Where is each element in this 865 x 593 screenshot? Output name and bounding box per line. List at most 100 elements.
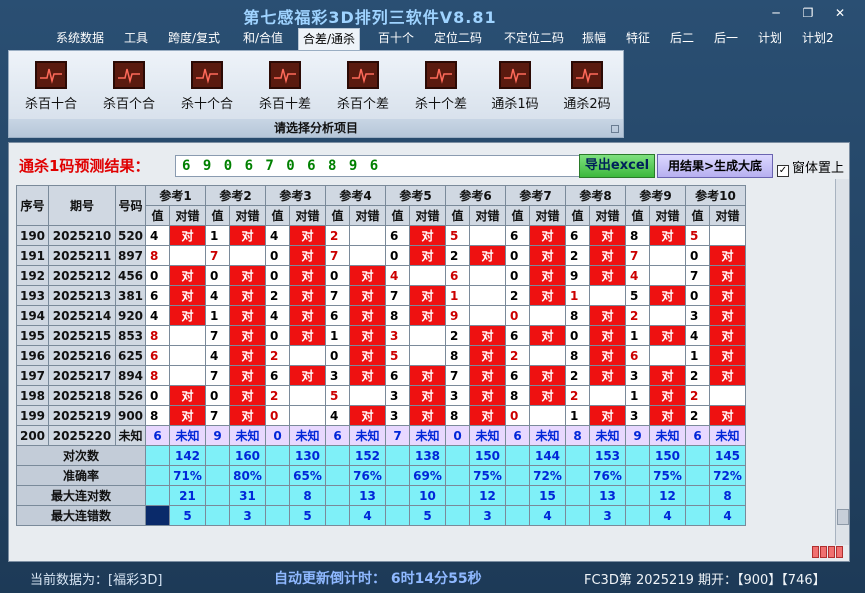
kill-bai-shi-sum-button[interactable]: 杀百十合 <box>13 61 89 112</box>
row-period: 2025210 <box>48 225 116 246</box>
prediction-value-field[interactable]: 6 9 0 6 7 0 6 8 9 6 <box>175 155 583 177</box>
row-period: 2025211 <box>48 245 116 266</box>
row-seq: 193 <box>16 285 49 306</box>
menu-fixed-pair[interactable]: 定位二码 <box>430 28 486 50</box>
status-last-draw: FC3D第 2025219 期开：【900】【746】 <box>584 573 826 588</box>
ref-result: 对 <box>529 285 566 306</box>
ref-value: 6 <box>145 285 170 306</box>
header-ref: 参考6 <box>445 185 506 206</box>
table-row[interactable]: 199 2025219 900 8 对 7 对 0 4 对 3 对 8 对 0 1 对 3 对 2 对 <box>16 405 746 426</box>
row-period: 2025215 <box>48 325 116 346</box>
result-panel: 通杀1码预测结果： 6 9 0 6 7 0 6 8 9 6 导出excel 用结… <box>8 142 850 562</box>
chart-icon <box>113 61 145 89</box>
kill-bai-shi-diff-button[interactable]: 杀百十差 <box>247 61 323 112</box>
stat-spacer <box>325 465 350 486</box>
export-excel-button[interactable]: 导出excel <box>579 154 655 178</box>
menu-span-compound[interactable]: 跨度/复式 <box>164 28 224 50</box>
chart-icon <box>347 61 379 89</box>
table-row[interactable]: 193 2025213 381 6 对 4 对 2 对 7 对 7 对 1 2 对 1 5 对 0 对 <box>16 285 746 306</box>
minimize-button[interactable]: ─ <box>768 6 784 20</box>
stat-spacer <box>265 505 290 526</box>
stat-row: 对次数 142 160 130 152 138 150 144 153 150 145 <box>16 445 746 466</box>
ref-value: 5 <box>325 385 350 406</box>
kill-shi-ge-sum-button[interactable]: 杀十个合 <box>169 61 245 112</box>
header-ref: 参考5 <box>385 185 446 206</box>
scrollbar-thumb[interactable] <box>837 509 849 525</box>
subheader-result: 对错 <box>709 205 746 226</box>
menu-plan[interactable]: 计划 <box>754 28 786 50</box>
table-row[interactable]: 191 2025211 897 8 7 0 对 7 0 对 2 对 0 对 2 对 7 0 对 <box>16 245 746 266</box>
vertical-scrollbar[interactable] <box>835 179 849 545</box>
stat-spacer <box>385 485 410 506</box>
menu-last-two[interactable]: 后二 <box>666 28 698 50</box>
kill-one-code-button[interactable]: 通杀1码 <box>477 61 553 112</box>
kill-two-code-button[interactable]: 通杀2码 <box>549 61 625 112</box>
menu-tools[interactable]: 工具 <box>120 28 152 50</box>
ribbon-label: 杀十个合 <box>180 97 233 112</box>
table-row[interactable]: 196 2025216 625 6 4 对 2 0 对 5 8 对 2 8 对 6 1 对 <box>16 345 746 366</box>
ref-value: 7 <box>205 325 230 346</box>
ref-value: 3 <box>625 365 650 386</box>
stat-spacer <box>385 465 410 486</box>
chart-icon <box>499 61 531 89</box>
close-button[interactable]: ✕ <box>832 6 848 20</box>
ref-result: 对 <box>409 225 446 246</box>
ref-result: 对 <box>589 305 626 326</box>
menu-unfixed-pair[interactable]: 不定位二码 <box>500 28 568 50</box>
window-topmost-checkbox[interactable]: ✓ 窗体置上 <box>777 157 844 177</box>
menu-hundred-ten-unit[interactable]: 百十个 <box>374 28 418 50</box>
ref-value: 8 <box>565 305 590 326</box>
ref-result <box>349 225 386 246</box>
ref-value: 6 <box>145 425 170 446</box>
ref-result <box>169 365 206 386</box>
ref-value: 2 <box>505 345 530 366</box>
row-period: 2025218 <box>48 385 116 406</box>
stat-spacer <box>145 485 170 506</box>
kill-bai-ge-sum-button[interactable]: 杀百个合 <box>91 61 167 112</box>
ref-result: 对 <box>289 305 326 326</box>
ref-value: 4 <box>205 285 230 306</box>
ref-value: 8 <box>625 225 650 246</box>
ref-value: 5 <box>385 345 410 366</box>
ref-result: 对 <box>649 385 686 406</box>
table-row[interactable]: 190 2025210 520 4 对 1 对 4 对 2 6 对 5 6 对 6 对 8 对 5 <box>16 225 746 246</box>
ref-result: 对 <box>229 225 266 246</box>
ref-result <box>469 225 506 246</box>
ref-value: 6 <box>565 225 590 246</box>
menu-feature[interactable]: 特征 <box>622 28 654 50</box>
menu-system-data[interactable]: 系统数据 <box>52 28 108 50</box>
menu-last-one[interactable]: 后一 <box>710 28 742 50</box>
subheader-result: 对错 <box>409 205 446 226</box>
table-row[interactable]: 197 2025217 894 8 7 对 6 对 3 对 6 对 7 对 6 对 2 对 3 对 2 对 <box>16 365 746 386</box>
pending-row[interactable]: 200 2025220 未知 6 未知 9 未知 0 未知 6 未知 7 未知 0 未知 6 未知 8 未知 9 未知 6… <box>16 425 746 446</box>
ref-value: 7 <box>205 245 230 266</box>
ref-value: 6 <box>445 265 470 286</box>
table-row[interactable]: 195 2025215 853 8 7 对 0 对 1 对 3 2 对 6 对 0 对 1 对 4 对 <box>16 325 746 346</box>
ribbon-expand-icon[interactable] <box>611 125 619 133</box>
menu-amplitude[interactable]: 振幅 <box>578 28 610 50</box>
stat-spacer <box>685 445 710 466</box>
stat-spacer <box>565 485 590 506</box>
table-row[interactable]: 198 2025218 526 0 对 0 对 2 5 3 对 3 对 8 对 2 1 对 2 <box>16 385 746 406</box>
generate-base-button[interactable]: 用结果>生成大底 <box>657 154 773 178</box>
ref-result: 对 <box>469 345 506 366</box>
menu-sum[interactable]: 和/合值 <box>239 28 287 50</box>
ref-result <box>529 405 566 426</box>
ref-value: 2 <box>265 345 290 366</box>
stat-value: 142 <box>169 445 206 466</box>
stat-value: 145 <box>709 445 746 466</box>
menu-sum-diff-kill[interactable]: 合差/通杀 <box>298 28 361 50</box>
table-row[interactable]: 192 2025212 456 0 对 0 对 0 对 0 对 4 6 0 对 9 对 4 7 对 <box>16 265 746 286</box>
restore-button[interactable]: ❐ <box>800 6 816 20</box>
kill-shi-ge-diff-button[interactable]: 杀十个差 <box>403 61 479 112</box>
ref-value: 2 <box>265 285 290 306</box>
topmost-label: 窗体置上 <box>792 161 845 176</box>
ref-result <box>649 245 686 266</box>
ref-result <box>469 265 506 286</box>
menu-plan2[interactable]: 计划2 <box>798 28 838 50</box>
ref-value: 8 <box>145 325 170 346</box>
row-seq: 191 <box>16 245 49 266</box>
kill-bai-ge-diff-button[interactable]: 杀百个差 <box>325 61 401 112</box>
header-ref: 参考1 <box>145 185 206 206</box>
table-row[interactable]: 194 2025214 920 4 对 1 对 4 对 6 对 8 对 9 0 8 对 2 3 对 <box>16 305 746 326</box>
